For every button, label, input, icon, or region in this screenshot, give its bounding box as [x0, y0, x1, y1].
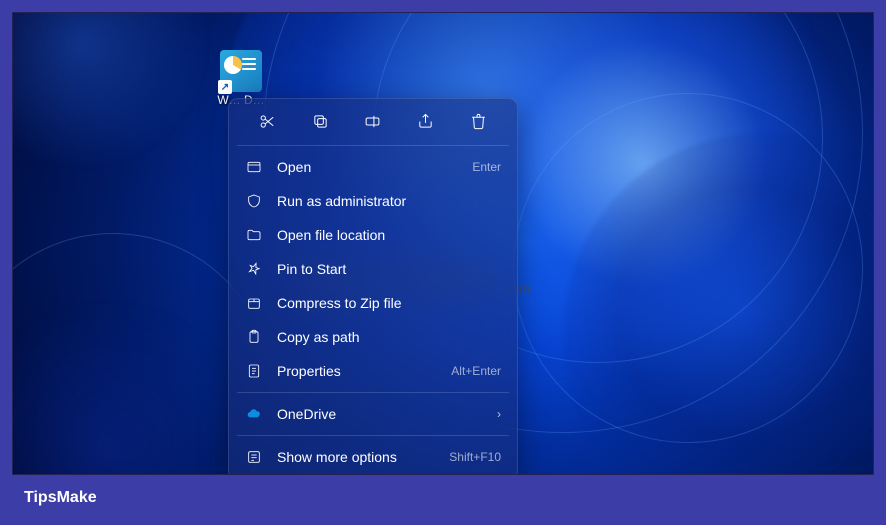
folder-open-icon: [245, 226, 263, 244]
app-window-icon: [245, 158, 263, 176]
wallpaper-decor: [12, 12, 233, 193]
clipboard-icon: [245, 328, 263, 346]
wallpaper-decor: [513, 93, 863, 443]
windows-desktop[interactable]: ↗ W… D… TipsMake .com: [12, 12, 874, 475]
menu-item-label: Compress to Zip file: [277, 295, 501, 311]
rename-button[interactable]: [357, 109, 389, 133]
cloud-icon: [245, 405, 263, 423]
menu-show-more-options[interactable]: Show more options Shift+F10: [235, 440, 511, 474]
share-icon: [417, 113, 434, 130]
menu-item-label: Properties: [277, 363, 451, 379]
menu-separator: [237, 392, 509, 393]
menu-compress-zip[interactable]: Compress to Zip file: [235, 286, 511, 320]
menu-run-as-admin[interactable]: Run as administrator: [235, 184, 511, 218]
image-caption: TipsMake: [12, 475, 874, 517]
scissors-icon: [259, 113, 276, 130]
menu-separator: [237, 145, 509, 146]
delete-button[interactable]: [463, 109, 495, 133]
menu-item-label: Show more options: [277, 449, 449, 465]
chevron-right-icon: ›: [497, 407, 501, 421]
menu-item-accel: Alt+Enter: [451, 364, 501, 378]
quick-actions-row: [235, 105, 511, 141]
menu-properties[interactable]: Properties Alt+Enter: [235, 354, 511, 388]
properties-icon: [245, 362, 263, 380]
menu-open-file-location[interactable]: Open file location: [235, 218, 511, 252]
menu-separator: [237, 435, 509, 436]
menu-item-label: Copy as path: [277, 329, 501, 345]
share-button[interactable]: [410, 109, 442, 133]
trash-icon: [470, 113, 487, 130]
menu-item-accel: Shift+F10: [449, 450, 501, 464]
menu-item-label: Pin to Start: [277, 261, 501, 277]
shortcut-arrow-badge: ↗: [218, 80, 232, 94]
menu-pin-to-start[interactable]: Pin to Start: [235, 252, 511, 286]
rename-icon: [364, 113, 381, 130]
menu-item-label: Open: [277, 159, 472, 175]
menu-onedrive[interactable]: OneDrive ›: [235, 397, 511, 431]
archive-icon: [245, 294, 263, 312]
menu-item-label: OneDrive: [277, 406, 497, 422]
menu-item-label: Run as administrator: [277, 193, 501, 209]
pin-icon: [245, 260, 263, 278]
copy-button[interactable]: [304, 109, 336, 133]
menu-open[interactable]: Open Enter: [235, 150, 511, 184]
cut-button[interactable]: [251, 109, 283, 133]
menu-item-accel: Enter: [472, 160, 501, 174]
more-icon: [245, 448, 263, 466]
copy-icon: [312, 113, 329, 130]
menu-item-label: Open file location: [277, 227, 501, 243]
shortcut-icon: ↗: [220, 50, 262, 92]
menu-copy-as-path[interactable]: Copy as path: [235, 320, 511, 354]
shield-icon: [245, 192, 263, 210]
context-menu: Open Enter Run as administrator Open fil…: [228, 98, 518, 475]
